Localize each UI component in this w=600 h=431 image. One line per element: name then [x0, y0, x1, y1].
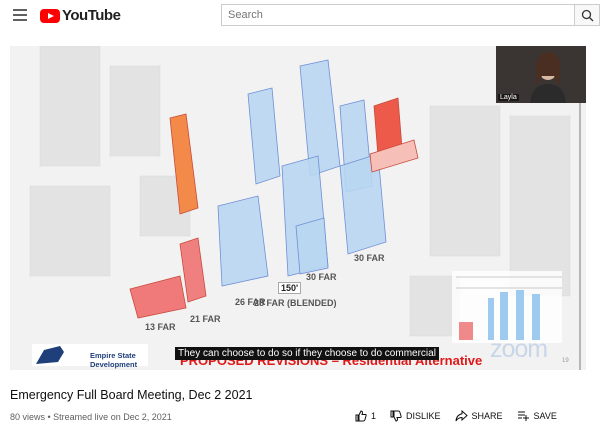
menu-icon[interactable] [13, 9, 27, 21]
dislike-label: DISLIKE [406, 411, 441, 421]
save-button[interactable]: SAVE [517, 410, 557, 422]
masthead: YouTube [0, 0, 600, 31]
search-input[interactable] [221, 4, 574, 26]
search-icon [581, 9, 594, 22]
far-label: 21 FAR [190, 314, 221, 324]
height-comparison-inset [452, 271, 562, 343]
far-label: 30 FAR [306, 272, 337, 282]
share-label: SHARE [471, 411, 503, 421]
youtube-logo[interactable]: YouTube [40, 7, 121, 24]
far-label: 30 FAR [354, 253, 385, 263]
slide-number: 19 [562, 358, 569, 364]
thumb-down-icon [390, 410, 402, 422]
video-title: Emergency Full Board Meeting, Dec 2 2021 [10, 388, 253, 402]
far-label: 150' [278, 282, 302, 294]
closed-caption: They can choose to do so if they choose … [175, 347, 439, 360]
share-icon [455, 410, 468, 422]
webcam-tile: Layla [496, 46, 586, 103]
agency-name: Empire State Development [90, 351, 138, 369]
zoom-watermark: zoom [490, 335, 548, 363]
like-button[interactable]: 1 [355, 410, 376, 422]
video-meta: 80 views • Streamed live on Dec 2, 2021 [10, 412, 172, 422]
share-button[interactable]: SHARE [455, 410, 503, 422]
far-label: 28 FAR (BLENDED) [254, 298, 337, 308]
video-actions: 1 DISLIKE SHARE SAVE [355, 410, 571, 422]
like-count: 1 [371, 411, 377, 421]
youtube-logo-icon [40, 8, 60, 23]
far-label: 13 FAR [145, 322, 176, 332]
video-player[interactable]: 13 FAR 21 FAR 26 FAR 150' 30 FAR 28 FAR … [10, 46, 586, 370]
dislike-button[interactable]: DISLIKE [390, 410, 441, 422]
thumb-up-icon [355, 410, 367, 422]
webcam-name: Layla [498, 94, 519, 101]
save-label: SAVE [533, 411, 557, 421]
logo-text: YouTube [62, 7, 121, 24]
save-playlist-icon [517, 411, 529, 421]
search-button[interactable] [574, 4, 600, 26]
